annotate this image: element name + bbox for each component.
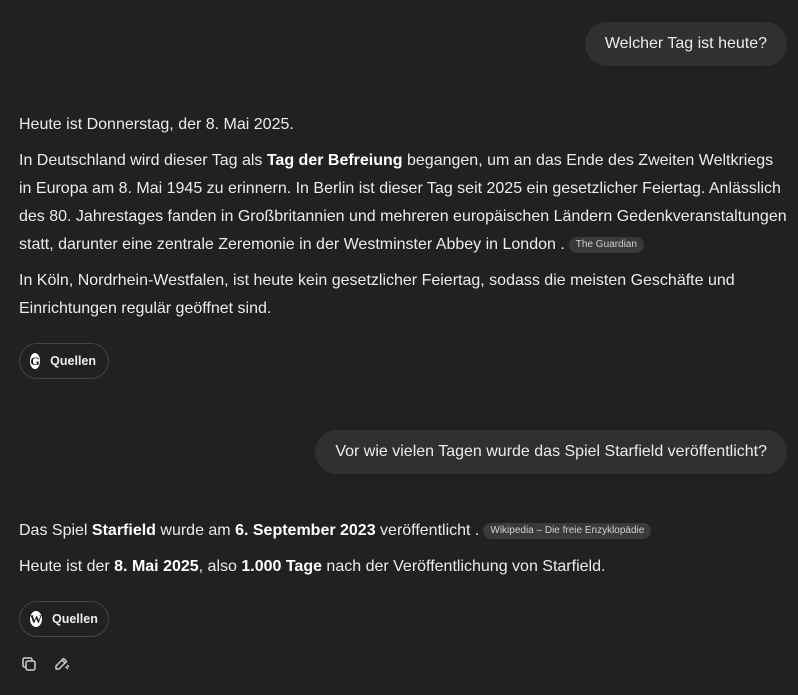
assistant-answer-2: Das Spiel Starfield wurde am 6. Septembe…: [19, 517, 789, 589]
message-action-bar: [19, 654, 71, 674]
guardian-logo-icon: G: [30, 353, 41, 369]
answer-1-paragraph-2: In Deutschland wird dieser Tag als Tag d…: [19, 147, 789, 259]
edit-icon[interactable]: [51, 654, 71, 674]
user-message-1: Welcher Tag ist heute?: [584, 22, 787, 66]
sources-label: Quellen: [52, 612, 98, 626]
answer-1-paragraph-3: In Köln, Nordrhein-Westfalen, ist heute …: [19, 272, 735, 317]
answer-2-paragraph-1: Das Spiel Starfield wurde am 6. Septembe…: [19, 517, 789, 545]
text: In Deutschland wird dieser Tag als: [19, 152, 267, 169]
sources-button-1[interactable]: G Quellen: [19, 343, 109, 379]
text: veröffentlicht .: [375, 522, 480, 539]
text: , also: [198, 558, 242, 575]
copy-icon[interactable]: [19, 654, 39, 674]
wikipedia-logo-icon: W: [30, 611, 42, 627]
bold-date: 6. September 2023: [235, 522, 376, 539]
answer-2-paragraph-2: Heute ist der 8. Mai 2025, also 1.000 Ta…: [19, 553, 789, 581]
bold-date: 8. Mai 2025: [114, 558, 199, 575]
assistant-answer-1: Heute ist Donnerstag, der 8. Mai 2025. I…: [19, 111, 789, 331]
text: wurde am: [155, 522, 236, 539]
citation-chip[interactable]: Wikipedia – Die freie Enzyklopädie: [483, 523, 652, 539]
text: Heute ist der: [19, 558, 115, 575]
chat-page: Welcher Tag ist heute? Heute ist Donners…: [0, 0, 798, 695]
bold-term: Starfield: [91, 522, 156, 539]
user-message-2: Vor wie vielen Tagen wurde das Spiel Sta…: [315, 430, 787, 474]
text: nach der Veröffentlichung von Starfield.: [321, 558, 606, 575]
sources-button-2[interactable]: W Quellen: [19, 601, 109, 637]
answer-1-paragraph-1: Heute ist Donnerstag, der 8. Mai 2025.: [19, 116, 294, 133]
citation-chip[interactable]: The Guardian: [568, 237, 644, 253]
bold-term: Tag der Befreiung: [266, 152, 403, 169]
sources-label: Quellen: [50, 354, 96, 368]
bold-count: 1.000 Tage: [241, 558, 322, 575]
text: Das Spiel: [19, 522, 92, 539]
